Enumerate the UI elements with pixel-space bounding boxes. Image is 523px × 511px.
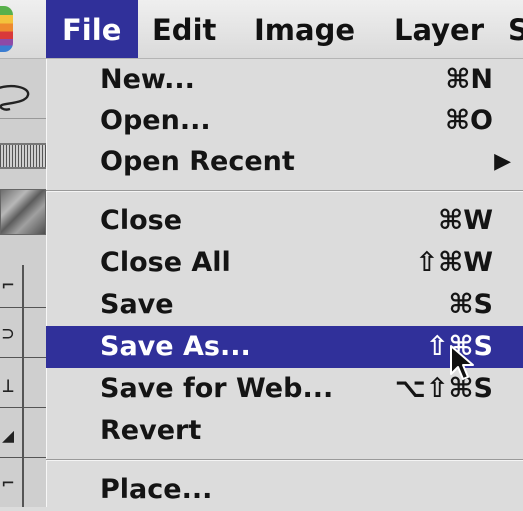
menu-item-label: New... <box>100 64 195 95</box>
menu-layer[interactable]: Layer <box>394 0 484 58</box>
toolbox: ⌐ ⊃ ⊥ ◢ ⌐ <box>0 59 47 507</box>
menu-item-open[interactable]: Open... ⌘O <box>46 100 523 142</box>
menu-item-label: Save As... <box>100 331 251 362</box>
menu-item-shortcut: ⌘O <box>444 105 493 136</box>
submenu-arrow-icon: ▶ <box>494 149 511 174</box>
menu-item-revert[interactable]: Revert <box>46 410 523 452</box>
menu-separator <box>46 459 523 461</box>
menu-item-shortcut: ⌘W <box>438 205 493 236</box>
menu-item-close-all[interactable]: Close All ⇧⌘W <box>46 242 523 284</box>
menu-item-shortcut: ⌘S <box>448 289 494 320</box>
apple-menu-icon[interactable] <box>0 6 13 52</box>
mouse-pointer-icon <box>450 345 474 380</box>
menu-item-open-recent[interactable]: Open Recent ▶ <box>46 141 523 183</box>
menu-item-close[interactable]: Close ⌘W <box>46 200 523 242</box>
menu-item-label: Open Recent <box>100 146 295 177</box>
tool-grid[interactable]: ⌐ ⊃ ⊥ ◢ ⌐ <box>0 265 46 507</box>
menu-bar: File Edit Image Layer S <box>0 0 523 59</box>
tool-preview-swatch <box>0 189 46 235</box>
menu-item-label: Revert <box>100 415 202 446</box>
menu-item-label: Close All <box>100 247 231 278</box>
menu-item-save[interactable]: Save ⌘S <box>46 284 523 326</box>
menu-item-shortcut: ⇧⌘W <box>415 247 493 278</box>
menu-item-shortcut: ⌘N <box>445 64 493 95</box>
file-menu-dropdown: New... ⌘N Open... ⌘O Open Recent ▶ Close… <box>46 59 523 507</box>
menu-item-label: Save for Web... <box>100 373 334 404</box>
menu-select-partial[interactable]: S <box>508 0 523 58</box>
menu-item-place[interactable]: Place... <box>46 469 523 511</box>
toolbox-title-strip[interactable] <box>0 143 46 169</box>
menu-file[interactable]: File <box>46 0 138 58</box>
menu-separator <box>46 190 523 192</box>
menu-edit[interactable]: Edit <box>152 0 216 58</box>
lasso-tool[interactable] <box>0 75 46 119</box>
menu-item-label: Place... <box>100 474 213 505</box>
menu-item-label: Close <box>100 205 183 236</box>
menu-item-label: Save <box>100 289 174 320</box>
menu-image[interactable]: Image <box>254 0 355 58</box>
menu-item-new[interactable]: New... ⌘N <box>46 59 523 101</box>
lasso-tool-icon <box>0 84 30 111</box>
menu-item-label: Open... <box>100 105 211 136</box>
